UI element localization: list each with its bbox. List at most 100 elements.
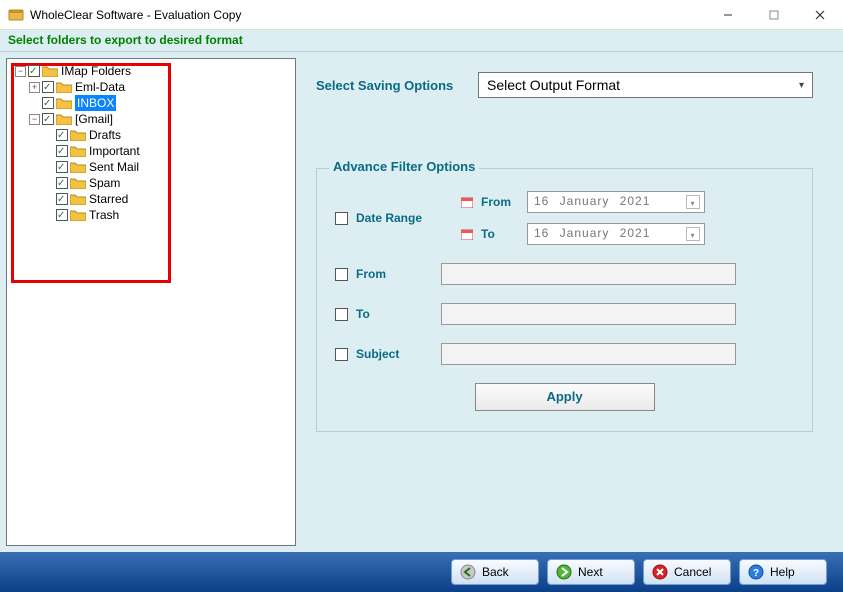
folder-icon xyxy=(70,145,86,157)
subject-input[interactable] xyxy=(441,343,736,365)
cancel-icon xyxy=(652,564,668,580)
checkbox[interactable] xyxy=(56,193,68,205)
checkbox[interactable] xyxy=(56,145,68,157)
folder-icon xyxy=(56,113,72,125)
folder-icon xyxy=(70,177,86,189)
tree-node-gmail[interactable]: − [Gmail] xyxy=(29,111,295,127)
tree-label: Starred xyxy=(89,191,128,207)
folder-icon xyxy=(70,209,86,221)
apply-button[interactable]: Apply xyxy=(475,383,655,411)
checkbox[interactable] xyxy=(56,129,68,141)
folder-icon xyxy=(56,81,72,93)
help-button[interactable]: ? Help xyxy=(739,559,827,585)
from-date-input[interactable]: 16 January 2021 ▾ xyxy=(527,191,705,213)
from-input[interactable] xyxy=(441,263,736,285)
expand-icon[interactable]: + xyxy=(29,82,40,93)
svg-text:?: ? xyxy=(753,568,759,579)
saving-options-row: Select Saving Options Select Output Form… xyxy=(316,72,813,98)
folder-tree[interactable]: − IMap Folders + Eml-Data INBOX − xyxy=(11,63,295,223)
content-area: − IMap Folders + Eml-Data INBOX − xyxy=(0,52,843,552)
window-title: WholeClear Software - Evaluation Copy xyxy=(30,8,705,22)
to-filter-row: To xyxy=(335,303,794,325)
tree-node-eml-data[interactable]: + Eml-Data xyxy=(29,79,295,95)
checkbox[interactable] xyxy=(56,161,68,173)
tree-label: Drafts xyxy=(89,127,121,143)
subject-checkbox[interactable] xyxy=(335,348,348,361)
bottom-nav-bar: Back Next Cancel ? Help xyxy=(0,552,843,592)
calendar-icon xyxy=(461,196,473,208)
tree-node-trash[interactable]: Trash xyxy=(43,207,295,223)
checkbox[interactable] xyxy=(42,113,54,125)
next-button[interactable]: Next xyxy=(547,559,635,585)
output-format-select[interactable]: Select Output Format ▾ xyxy=(478,72,813,98)
to-label: To xyxy=(356,307,441,321)
folder-icon xyxy=(56,97,72,109)
checkbox[interactable] xyxy=(28,65,40,77)
folder-icon xyxy=(70,193,86,205)
tree-label: IMap Folders xyxy=(61,63,131,79)
filter-group-title: Advance Filter Options xyxy=(329,159,479,174)
back-button[interactable]: Back xyxy=(451,559,539,585)
folder-icon xyxy=(70,161,86,173)
checkbox[interactable] xyxy=(56,209,68,221)
tree-label: [Gmail] xyxy=(75,111,113,127)
to-date-line: To 16 January 2021 ▾ xyxy=(461,223,705,245)
from-label: From xyxy=(356,267,441,281)
collapse-icon[interactable]: − xyxy=(29,114,40,125)
tree-node-starred[interactable]: Starred xyxy=(43,191,295,207)
date-range-checkbox[interactable] xyxy=(335,212,348,225)
tree-label: Eml-Data xyxy=(75,79,125,95)
tree-node-important[interactable]: Important xyxy=(43,143,295,159)
tree-label: Trash xyxy=(89,207,119,223)
tree-label: Sent Mail xyxy=(89,159,139,175)
folder-tree-panel: − IMap Folders + Eml-Data INBOX − xyxy=(6,58,296,546)
tree-label: Spam xyxy=(89,175,120,191)
to-date-value: 16 January 2021 xyxy=(534,226,650,240)
calendar-icon xyxy=(461,228,473,240)
from-checkbox[interactable] xyxy=(335,268,348,281)
checkbox[interactable] xyxy=(42,97,54,109)
sub-header: Select folders to export to desired form… xyxy=(0,30,843,52)
checkbox[interactable] xyxy=(42,81,54,93)
tree-label: Important xyxy=(89,143,140,159)
maximize-button[interactable] xyxy=(751,0,797,29)
tree-node-sent-mail[interactable]: Sent Mail xyxy=(43,159,295,175)
help-label: Help xyxy=(770,565,795,579)
tree-node-inbox[interactable]: INBOX xyxy=(29,95,295,111)
close-button[interactable] xyxy=(797,0,843,29)
date-column: From 16 January 2021 ▾ To 16 January 202… xyxy=(461,191,705,245)
to-checkbox[interactable] xyxy=(335,308,348,321)
folder-icon xyxy=(70,129,86,141)
titlebar: WholeClear Software - Evaluation Copy xyxy=(0,0,843,30)
tree-node-root[interactable]: − IMap Folders xyxy=(15,63,295,79)
date-range-row: Date Range From 16 January 2021 ▾ To xyxy=(335,191,794,245)
subject-filter-row: Subject xyxy=(335,343,794,365)
output-format-value: Select Output Format xyxy=(487,77,620,93)
tree-node-drafts[interactable]: Drafts xyxy=(43,127,295,143)
back-label: Back xyxy=(482,565,509,579)
app-icon xyxy=(8,7,24,23)
from-date-value: 16 January 2021 xyxy=(534,194,650,208)
checkbox[interactable] xyxy=(56,177,68,189)
back-arrow-icon xyxy=(460,564,476,580)
collapse-icon[interactable]: − xyxy=(15,66,26,77)
next-label: Next xyxy=(578,565,603,579)
subject-label: Subject xyxy=(356,347,441,361)
cancel-button[interactable]: Cancel xyxy=(643,559,731,585)
from-date-line: From 16 January 2021 ▾ xyxy=(461,191,705,213)
help-icon: ? xyxy=(748,564,764,580)
minimize-button[interactable] xyxy=(705,0,751,29)
saving-options-label: Select Saving Options xyxy=(316,78,466,93)
next-arrow-icon xyxy=(556,564,572,580)
tree-node-spam[interactable]: Spam xyxy=(43,175,295,191)
to-input[interactable] xyxy=(441,303,736,325)
from-date-label: From xyxy=(481,195,519,209)
window-controls xyxy=(705,0,843,29)
cancel-label: Cancel xyxy=(674,565,711,579)
dropdown-icon[interactable]: ▾ xyxy=(686,195,700,209)
to-date-input[interactable]: 16 January 2021 ▾ xyxy=(527,223,705,245)
options-panel: Select Saving Options Select Output Form… xyxy=(296,52,843,552)
dropdown-icon[interactable]: ▾ xyxy=(686,227,700,241)
tree-label: INBOX xyxy=(75,95,116,111)
to-date-label: To xyxy=(481,227,519,241)
